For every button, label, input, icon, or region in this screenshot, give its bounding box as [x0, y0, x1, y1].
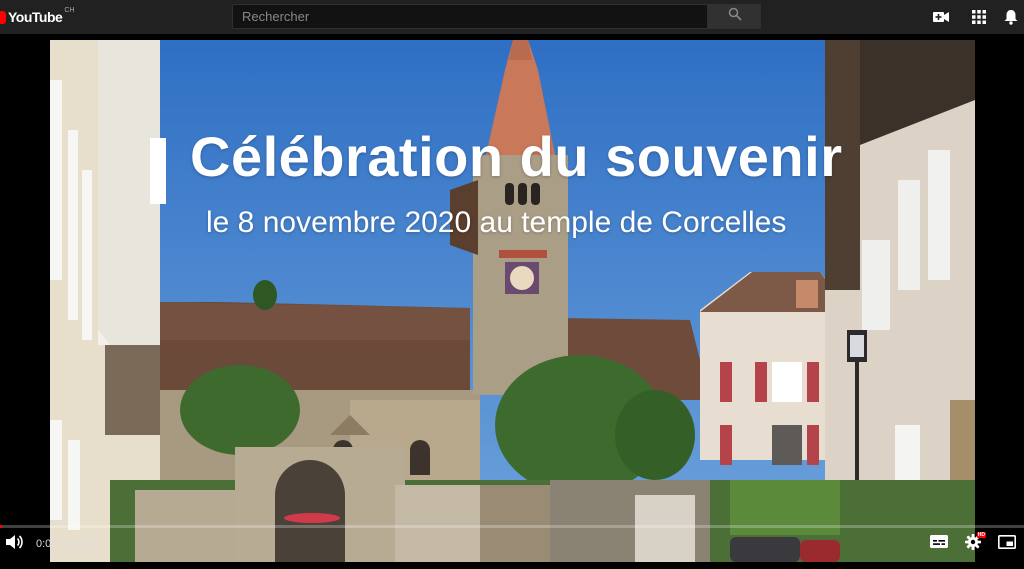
video-frame: Célébration du souvenir le 8 novembre 20… — [50, 40, 975, 562]
hd-badge: HD — [976, 532, 986, 538]
apps-grid-icon[interactable] — [960, 0, 998, 34]
create-video-icon[interactable] — [922, 0, 960, 34]
time-display: 0:03 / 24:23 — [36, 538, 95, 550]
overlay-title: Célébration du souvenir — [190, 125, 843, 188]
settings-button[interactable]: HD — [956, 528, 990, 560]
youtube-play-icon — [0, 10, 6, 24]
miniplayer-icon — [998, 534, 1016, 554]
video-player[interactable]: Célébration du souvenir le 8 novembre 20… — [0, 40, 1024, 562]
subtitles-icon — [930, 535, 948, 553]
volume-icon — [5, 534, 23, 555]
search-icon — [728, 7, 742, 26]
player-controls: 0:03 / 24:23 HD — [0, 528, 1024, 560]
search-button[interactable] — [708, 4, 761, 29]
volume-button[interactable] — [0, 528, 28, 560]
overlay-subtitle: le 8 novembre 2020 au temple de Corcelle… — [206, 206, 787, 239]
header-actions — [922, 0, 1024, 34]
country-code: CH — [64, 7, 75, 14]
subtitles-button[interactable] — [922, 528, 956, 560]
search-box — [232, 4, 708, 29]
search-input[interactable] — [233, 5, 707, 28]
miniplayer-button[interactable] — [990, 528, 1024, 560]
logo-text: YouTube — [8, 9, 63, 25]
masthead: YouTube CH — [0, 0, 1024, 34]
youtube-logo[interactable]: YouTube CH — [0, 7, 75, 26]
village-church-scene — [50, 40, 975, 562]
notifications-bell-icon[interactable] — [998, 0, 1024, 34]
